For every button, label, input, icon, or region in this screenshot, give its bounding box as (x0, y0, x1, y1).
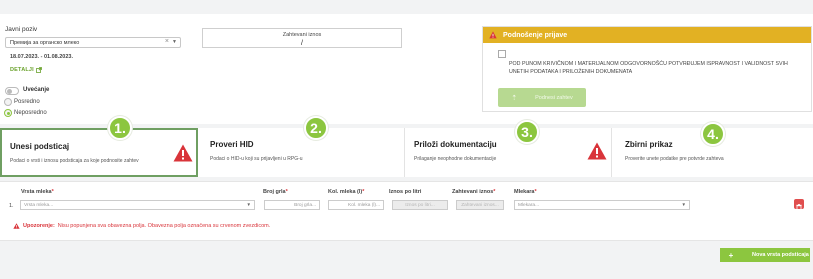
upload-icon: ⇡ (511, 94, 518, 102)
step-1-title: Unesi podsticaj (10, 142, 70, 151)
radio-posredno[interactable] (4, 98, 12, 106)
warning-icon (489, 31, 497, 39)
col-vrsta-mleka-label: Vrsta mleka* (21, 189, 54, 195)
new-subsidy-button[interactable]: + Nova vrsta podsticaja (720, 248, 810, 262)
iznos-po-litri-input: Iznos po litri... (392, 200, 448, 210)
step-4-desc: Proverite unete podatke pre potvrde zaht… (625, 156, 724, 162)
step-2-title: Proveri HID (210, 140, 254, 149)
declaration-checkbox[interactable] (498, 50, 506, 58)
step-2[interactable]: Proveri HID Podaci o HID-u koji su prija… (200, 128, 405, 177)
validation-warning-prefix: Upozorenje: (23, 223, 55, 229)
program-select-value: Премија за органско млеко (10, 39, 80, 46)
zahtevani-iznos-placeholder: Zahtevani iznos... (461, 202, 499, 208)
kol-mleka-input[interactable]: Kol. mleka (l)... (328, 200, 384, 210)
chevron-down-icon: ▼ (246, 202, 251, 207)
program-label: Javni poziv (5, 26, 38, 33)
col-zahtevani-iznos-label: Zahtevani iznos* (452, 189, 496, 195)
vrsta-mleka-select[interactable]: Vrsta mleka... ▼ (20, 200, 255, 210)
validation-warning-text: Nisu popunjena sva obavezna polja. Obave… (57, 223, 271, 229)
details-link[interactable]: DETALJI (10, 67, 42, 73)
broj-grla-input[interactable]: Broj grla... (264, 200, 320, 210)
clear-icon[interactable]: × (165, 38, 169, 45)
trash-icon (796, 204, 802, 211)
validation-warning: Upozorenje: Nisu popunjena sva obavezna … (13, 223, 270, 229)
submission-title: Podnošenje prijave (503, 31, 568, 39)
step-4-badge: 4. (701, 122, 725, 146)
chevron-down-icon[interactable]: ▼ (172, 39, 177, 45)
mlekara-select[interactable]: Mlekara... ▼ (514, 200, 690, 210)
submission-panel: Podnošenje prijave POD PUNOM KRIVIČNOM I… (482, 26, 812, 112)
requested-amount-label: Zahtevani iznos (282, 32, 322, 38)
col-mlekara-label: Mlekara* (514, 189, 537, 195)
step-3-title: Priloži dokumentaciju (414, 140, 497, 149)
radio-neposredno[interactable] (4, 109, 12, 117)
row-number: 1. (9, 203, 14, 209)
iznos-po-litri-placeholder: Iznos po litri... (405, 202, 435, 208)
submit-button-label: Podnesi zahtev (535, 94, 573, 101)
new-subsidy-button-label: Nova vrsta podsticaja (752, 252, 809, 258)
step-1-desc: Podaci o vrsti i iznosu podsticaja za ko… (10, 158, 139, 164)
requested-amount-box: Zahtevani iznos / (202, 28, 402, 48)
col-broj-grla-label: Broj grla* (263, 189, 288, 195)
broj-grla-placeholder: Broj grla... (294, 202, 316, 208)
step-1[interactable]: Unesi podsticaj Podaci o vrsti i iznosu … (0, 128, 198, 177)
requested-amount-value: / (301, 40, 303, 47)
delete-row-button[interactable] (794, 199, 804, 211)
col-iznos-po-litri-label: Iznos po litri (389, 189, 422, 195)
step-3-desc: Prilaganje neophodne dokumentacije (414, 156, 497, 162)
program-select[interactable]: Премија за органско млеко × ▼ (5, 37, 181, 48)
radio-posredno-label: Posredno (14, 99, 40, 105)
warning-icon (587, 142, 607, 160)
vrsta-mleka-placeholder: Vrsta mleka... (24, 202, 54, 208)
radio-neposredno-label: Neposredno (14, 110, 47, 116)
submit-button[interactable]: ⇡ Podnesi zahtev (498, 88, 586, 107)
mlekara-placeholder: Mlekara... (518, 202, 540, 208)
external-link-icon (36, 67, 42, 73)
warning-icon (13, 223, 20, 229)
zahtevani-iznos-input: Zahtevani iznos... (456, 200, 504, 210)
chevron-down-icon: ▼ (681, 202, 686, 207)
col-kol-mleka-label: Kol. mleka (l)* (328, 189, 365, 195)
step-4-title: Zbirni prikaz (625, 140, 673, 149)
kol-mleka-placeholder: Kol. mleka (l)... (348, 202, 380, 208)
declaration-text: POD PUNOM KRIVIČNOM I MATERIJALNOM ODGOV… (509, 61, 788, 75)
uvecanje-toggle[interactable] (5, 87, 19, 95)
step-1-badge: 1. (108, 116, 132, 140)
details-link-label: DETALJI (10, 67, 34, 73)
step-2-desc: Podaci o HID-u koji su prijavljeni u RPG… (210, 156, 303, 162)
step-2-badge: 2. (304, 116, 328, 140)
warning-icon (173, 144, 193, 162)
step-3-badge: 3. (515, 120, 539, 144)
plus-icon: + (728, 250, 734, 260)
uvecanje-label: Uvećanje (23, 87, 50, 93)
program-dates: 18.07.2023. - 01.08.2023. (10, 54, 73, 60)
submission-header: Podnošenje prijave (483, 27, 811, 43)
step-3[interactable]: Priloži dokumentaciju Prilaganje neophod… (405, 128, 612, 177)
